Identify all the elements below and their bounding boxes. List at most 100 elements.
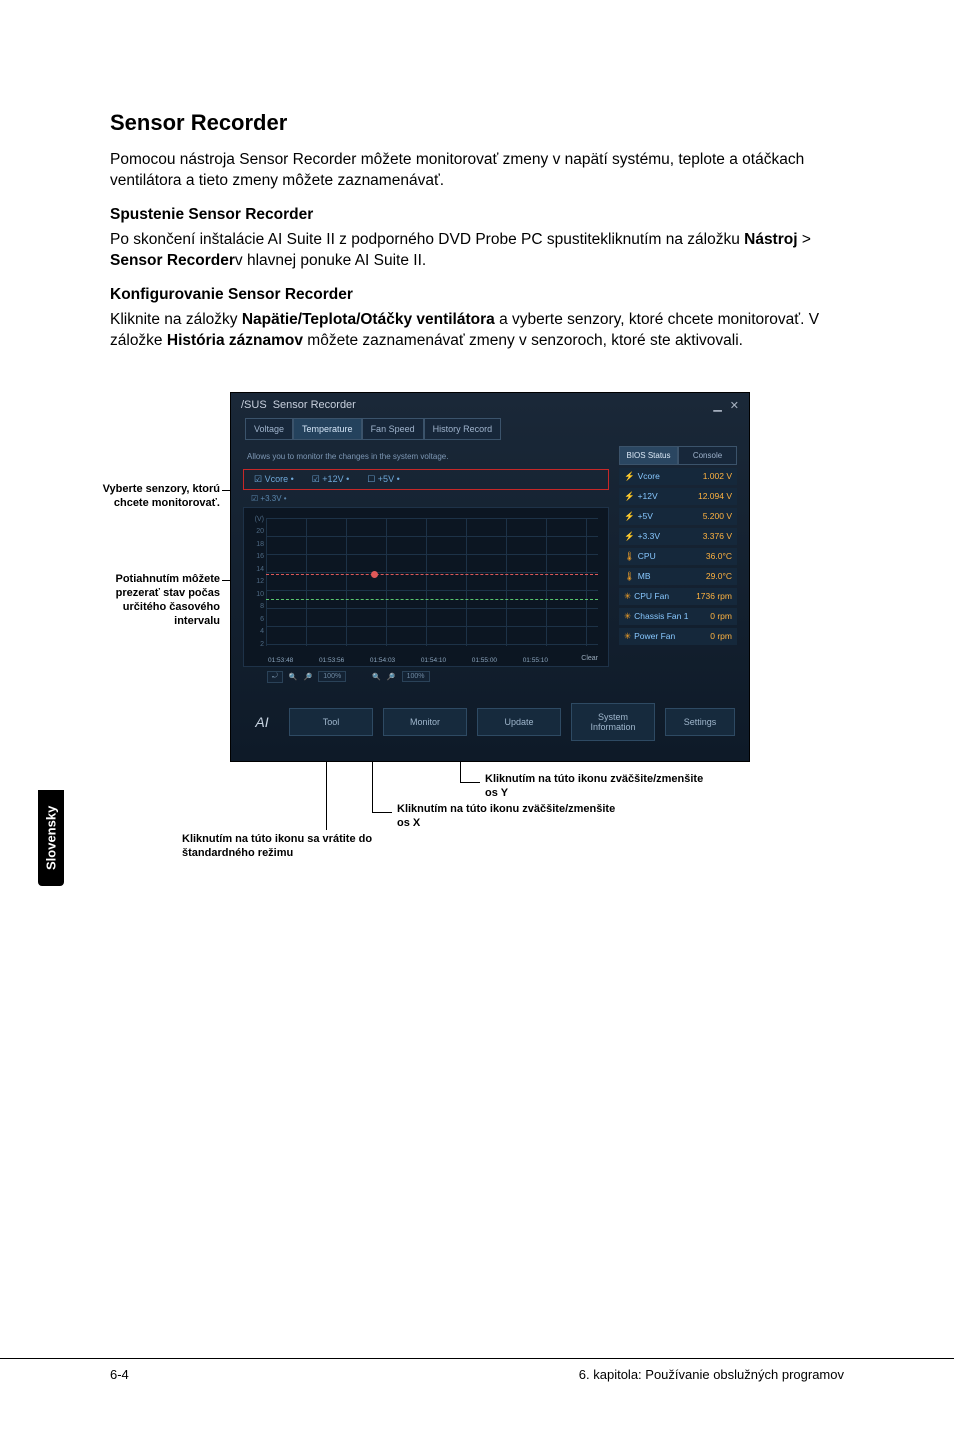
text: v hlavnej ponuke AI Suite II.: [235, 252, 426, 269]
system-information-button[interactable]: System Information: [571, 703, 655, 741]
stat-value: 1.002 V: [703, 471, 732, 482]
sensor-3v-checkbox[interactable]: ☑ +3.3V •: [243, 494, 609, 503]
y-label: 10: [246, 591, 264, 598]
y-label: 2: [246, 641, 264, 648]
stat-row: ⚡Vcore1.002 V: [619, 468, 737, 485]
chart-series-red: [266, 574, 598, 575]
y-label: 20: [246, 528, 264, 535]
zoom-x-in-icon[interactable]: 🔎: [304, 673, 313, 681]
stat-row: 🌡CPU 36.0°C: [619, 548, 737, 565]
stat-value: 5.200 V: [703, 511, 732, 522]
heading-launch: Spustenie Sensor Recorder: [110, 206, 844, 224]
y-label: 16: [246, 553, 264, 560]
leader-line: [326, 762, 327, 830]
thermometer-icon: 🌡: [624, 571, 635, 581]
figure-area: Vyberte senzory, ktorú chcete monitorova…: [110, 392, 844, 892]
monitor-button[interactable]: Monitor: [383, 708, 467, 736]
tab-history-record[interactable]: History Record: [424, 418, 502, 440]
x-label: 01:55:10: [523, 657, 548, 664]
fan-icon: ✳: [624, 591, 631, 601]
leader-line: [372, 762, 373, 812]
fan-icon: ✳: [624, 631, 631, 641]
tab-temperature[interactable]: Temperature: [293, 418, 362, 440]
tool-button[interactable]: Tool: [289, 708, 373, 736]
stat-name: CPU: [638, 551, 656, 561]
paragraph-launch: Po skončení inštalácie AI Suite II z pod…: [110, 230, 844, 272]
tab-bios-status[interactable]: BIOS Status: [619, 446, 678, 465]
y-label: 4: [246, 628, 264, 635]
callout-select-sensors: Vyberte senzory, ktorú chcete monitorova…: [100, 482, 220, 511]
zoom-x-value: 100%: [318, 671, 346, 682]
bold-tool: Nástroj: [744, 231, 797, 248]
stat-value: 36.0°C: [706, 551, 732, 562]
reset-zoom-button[interactable]: ⤾: [267, 671, 283, 683]
chart-grid: [266, 518, 598, 646]
stat-value: 1736 rpm: [696, 591, 732, 602]
stat-name: +12V: [638, 491, 658, 501]
text: Po skončení inštalácie AI Suite II z pod…: [110, 231, 744, 248]
stat-name: Vcore: [638, 471, 660, 481]
tab-console[interactable]: Console: [678, 446, 737, 465]
status-panel: BIOS Status Console ⚡Vcore1.002 V ⚡+12V1…: [619, 446, 737, 683]
zoom-toolbar: ⤾ 🔍 🔎 100% 🔍 🔎 100%: [243, 667, 609, 683]
ai-logo-icon: AI: [245, 714, 279, 730]
page-title: Sensor Recorder: [110, 110, 844, 136]
brand-logo: /SUS: [241, 399, 267, 411]
stat-row: ⚡+3.3V3.376 V: [619, 528, 737, 545]
sensor-checkbox-row[interactable]: ☑ Vcore • ☑ +12V • ☐ +5V •: [243, 469, 609, 490]
bottom-toolbar: AI Tool Monitor Update System Informatio…: [231, 693, 749, 751]
zoom-x-out-icon[interactable]: 🔍: [289, 673, 298, 681]
x-label: 01:54:03: [370, 657, 395, 664]
x-label: 01:54:10: [421, 657, 446, 664]
stat-value: 0 rpm: [710, 611, 732, 622]
stat-value: 29.0°C: [706, 571, 732, 582]
text: môžete zaznamenávať zmeny v senzoroch, k…: [303, 332, 743, 349]
stat-row: ✳Power Fan0 rpm: [619, 628, 737, 645]
y-label: 8: [246, 603, 264, 610]
text: >: [798, 231, 811, 248]
settings-button[interactable]: Settings: [665, 708, 735, 736]
screenshot-sensor-recorder: /SUS Sensor Recorder ▁ ✕ Voltage Tempera…: [230, 392, 750, 762]
sensor-5v-checkbox[interactable]: ☐ +5V •: [367, 474, 399, 485]
chart-area[interactable]: (V) 20 18 16 14 12 10 8 6 4 2: [243, 507, 609, 667]
y-label: 12: [246, 578, 264, 585]
thermometer-icon: 🌡: [624, 551, 635, 561]
bold-sensor-recorder: Sensor Recorder: [110, 252, 235, 269]
stat-name: CPU Fan: [634, 591, 669, 601]
chapter-title: 6. kapitola: Používanie obslužných progr…: [579, 1367, 844, 1382]
close-icon[interactable]: ✕: [730, 399, 739, 412]
minimize-icon[interactable]: ▁: [713, 399, 721, 412]
bolt-icon: ⚡: [624, 491, 635, 501]
callout-zoom-x: Kliknutím na túto ikonu zväčšite/zmenšit…: [397, 802, 617, 831]
callout-drag-interval: Potiahnutím môžete prezerať stav počas u…: [100, 572, 220, 629]
stat-name: Power Fan: [634, 631, 675, 641]
stat-value: 3.376 V: [703, 531, 732, 542]
tab-fan-speed[interactable]: Fan Speed: [362, 418, 424, 440]
chart-x-labels: 01:53:48 01:53:56 01:54:03 01:54:10 01:5…: [268, 657, 548, 664]
window-title: Sensor Recorder: [273, 399, 356, 411]
stat-row: ⚡+5V5.200 V: [619, 508, 737, 525]
page-footer: 6-4 6. kapitola: Používanie obslužných p…: [0, 1358, 954, 1382]
sensor-vcore-checkbox[interactable]: ☑ Vcore •: [254, 474, 294, 485]
bold-tabs: Napätie/Teplota/Otáčky ventilátora: [242, 311, 495, 328]
window-titlebar: /SUS Sensor Recorder ▁ ✕: [231, 393, 749, 418]
page-number: 6-4: [110, 1367, 129, 1382]
stat-name: +3.3V: [638, 531, 660, 541]
stat-row: ✳CPU Fan 1736 rpm: [619, 588, 737, 605]
update-button[interactable]: Update: [477, 708, 561, 736]
x-label: 01:53:56: [319, 657, 344, 664]
zoom-y-in-icon[interactable]: 🔎: [387, 673, 396, 681]
chart-y-labels: (V) 20 18 16 14 12 10 8 6 4 2: [246, 516, 264, 648]
tab-voltage[interactable]: Voltage: [245, 418, 293, 440]
clear-button[interactable]: Clear: [581, 655, 598, 662]
bolt-icon: ⚡: [624, 511, 635, 521]
bold-history: História záznamov: [167, 332, 303, 349]
callout-zoom-y: Kliknutím na túto ikonu zväčšite/zmenšit…: [485, 772, 705, 801]
zoom-y-out-icon[interactable]: 🔍: [372, 673, 381, 681]
stat-row: ✳Chassis Fan 10 rpm: [619, 608, 737, 625]
tab-bar: Voltage Temperature Fan Speed History Re…: [231, 418, 749, 440]
y-label: (V): [246, 516, 264, 523]
intro-paragraph: Pomocou nástroja Sensor Recorder môžete …: [110, 150, 844, 192]
y-label: 14: [246, 566, 264, 573]
sensor-12v-checkbox[interactable]: ☑ +12V •: [312, 474, 350, 485]
